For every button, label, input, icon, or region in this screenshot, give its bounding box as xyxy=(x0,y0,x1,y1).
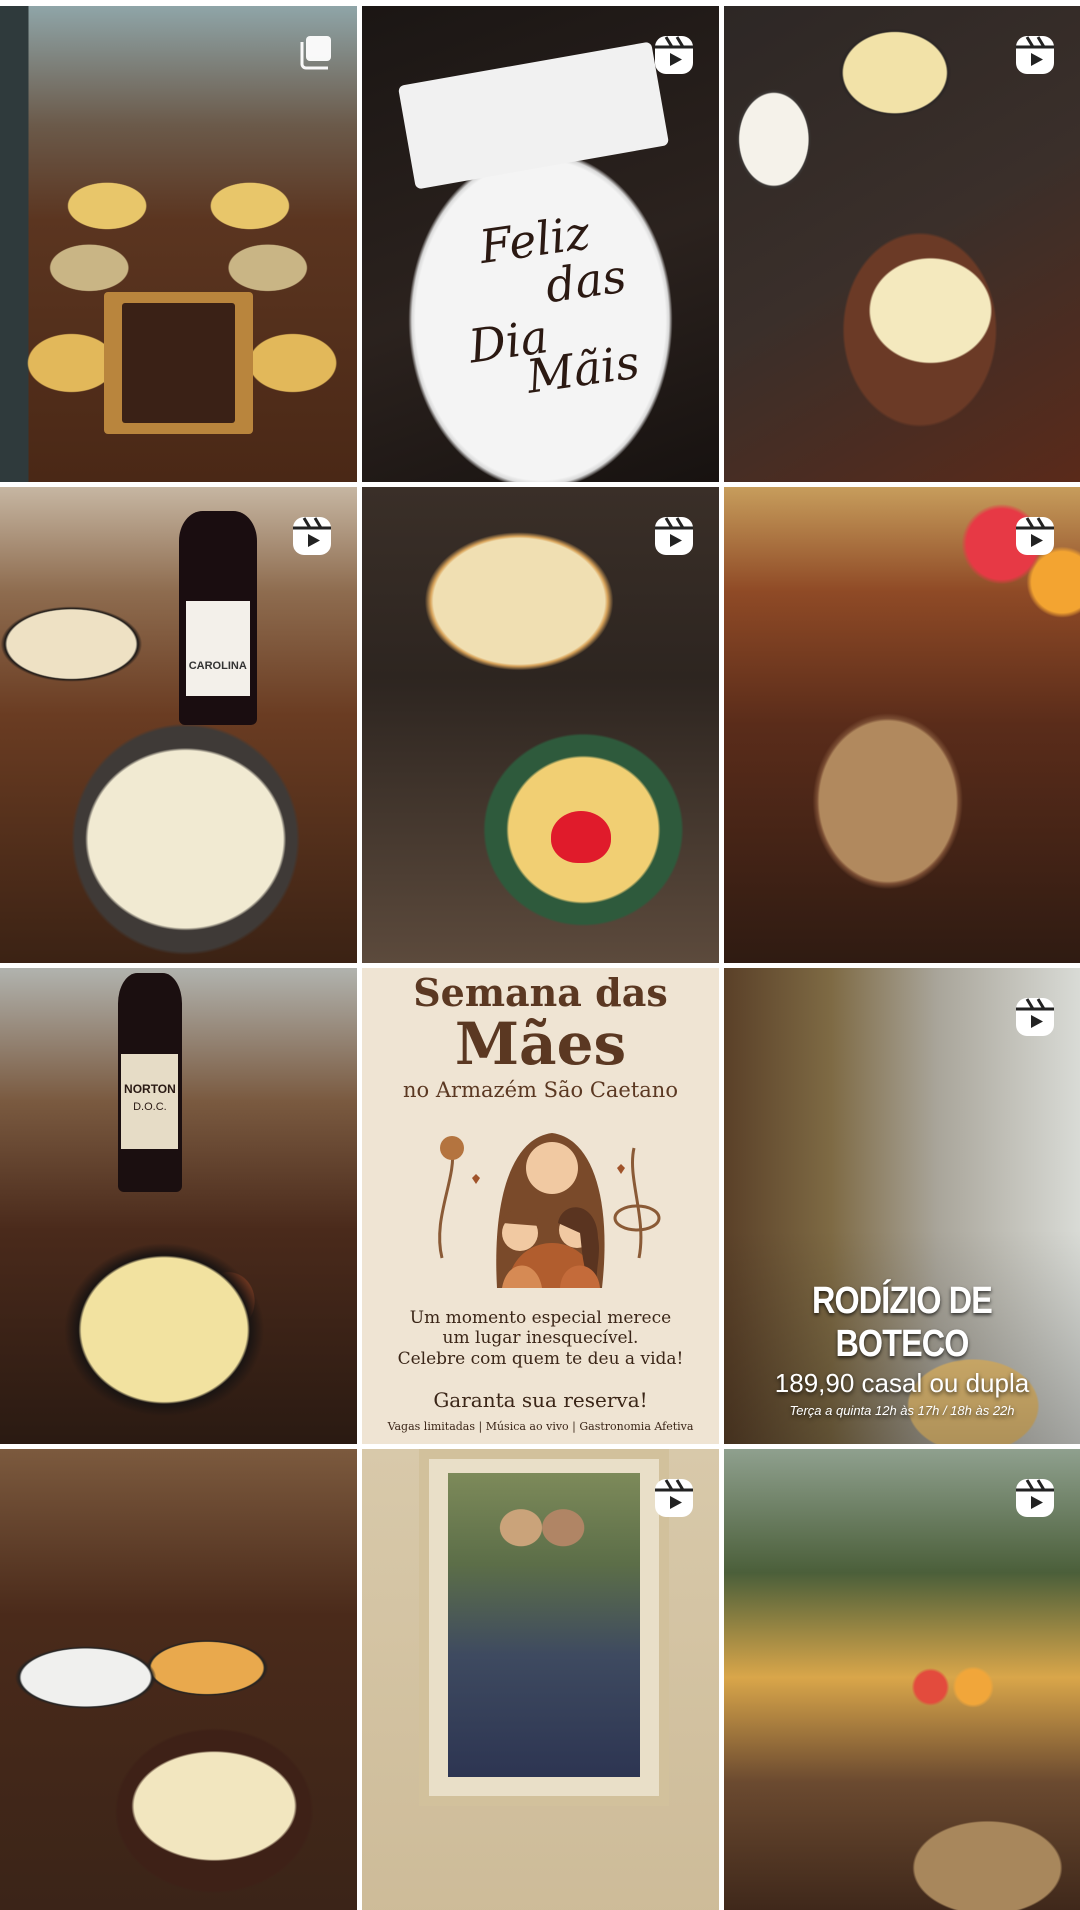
profile-grid-page: Feliz das Dia Mãis CAROLINA NORTON D.O.C… xyxy=(0,0,1080,1910)
grid-post-7[interactable]: NORTON D.O.C. xyxy=(0,968,357,1444)
grid-post-5[interactable] xyxy=(362,487,719,963)
poster-body: Um momento especial merece um lugar ines… xyxy=(397,1308,684,1369)
reels-icon xyxy=(651,32,697,78)
wine-label-subtext: D.O.C. xyxy=(133,1101,167,1114)
mothers-week-poster: Semana das Mães no Armazém São Caetano U… xyxy=(362,968,719,1444)
post-grid: Feliz das Dia Mãis CAROLINA NORTON D.O.C… xyxy=(0,0,1080,1910)
poster-subtitle: no Armazém São Caetano xyxy=(403,1078,678,1102)
grid-post-4[interactable]: CAROLINA xyxy=(0,487,357,963)
grid-post-3[interactable] xyxy=(724,6,1080,482)
plate-lettering: Feliz das Dia Mãis xyxy=(465,205,643,405)
reels-icon xyxy=(1012,1475,1058,1521)
poster-title-line2: Mães xyxy=(454,1010,627,1078)
promo-price: 189,90 casal ou dupla xyxy=(774,1368,1030,1398)
poster-title-line1: Semana das xyxy=(413,970,668,1015)
post-image: NORTON D.O.C. xyxy=(0,968,357,1444)
grid-post-9[interactable]: RODÍZIO DE BOTECO 189,90 casal ou dupla … xyxy=(724,968,1080,1444)
post-image xyxy=(0,1449,357,1910)
grid-post-2[interactable]: Feliz das Dia Mãis xyxy=(362,6,719,482)
promo-title: RODÍZIO DE BOTECO xyxy=(812,1280,993,1365)
wine-label-text: NORTON xyxy=(124,1082,176,1097)
mother-children-illustration xyxy=(438,1133,661,1288)
reels-icon xyxy=(1012,994,1058,1040)
poster-footer: Vagas limitadas | Música ao vivo | Gastr… xyxy=(387,1420,694,1433)
reels-icon xyxy=(651,513,697,559)
grid-post-8[interactable]: Semana das Mães no Armazém São Caetano U… xyxy=(362,968,719,1444)
multiple-photos-icon xyxy=(295,32,335,72)
grid-post-12[interactable] xyxy=(724,1449,1080,1910)
grid-post-10[interactable] xyxy=(0,1449,357,1910)
grid-post-11[interactable] xyxy=(362,1449,719,1910)
poster-cta: Garanta sua reserva! xyxy=(433,1388,648,1412)
promo-schedule: Terça a quinta 12h às 17h / 18h às 22h xyxy=(789,1403,1015,1418)
reels-icon xyxy=(1012,513,1058,559)
grid-post-1[interactable] xyxy=(0,6,357,482)
framed-photo xyxy=(447,1472,641,1778)
promo-overlay: RODÍZIO DE BOTECO 189,90 casal ou dupla … xyxy=(724,1280,1080,1418)
reels-icon xyxy=(1012,32,1058,78)
grid-post-6[interactable] xyxy=(724,487,1080,963)
reels-icon xyxy=(289,513,335,559)
reels-icon xyxy=(651,1475,697,1521)
post-image xyxy=(0,6,357,482)
wine-label-text: CAROLINA xyxy=(188,660,247,673)
